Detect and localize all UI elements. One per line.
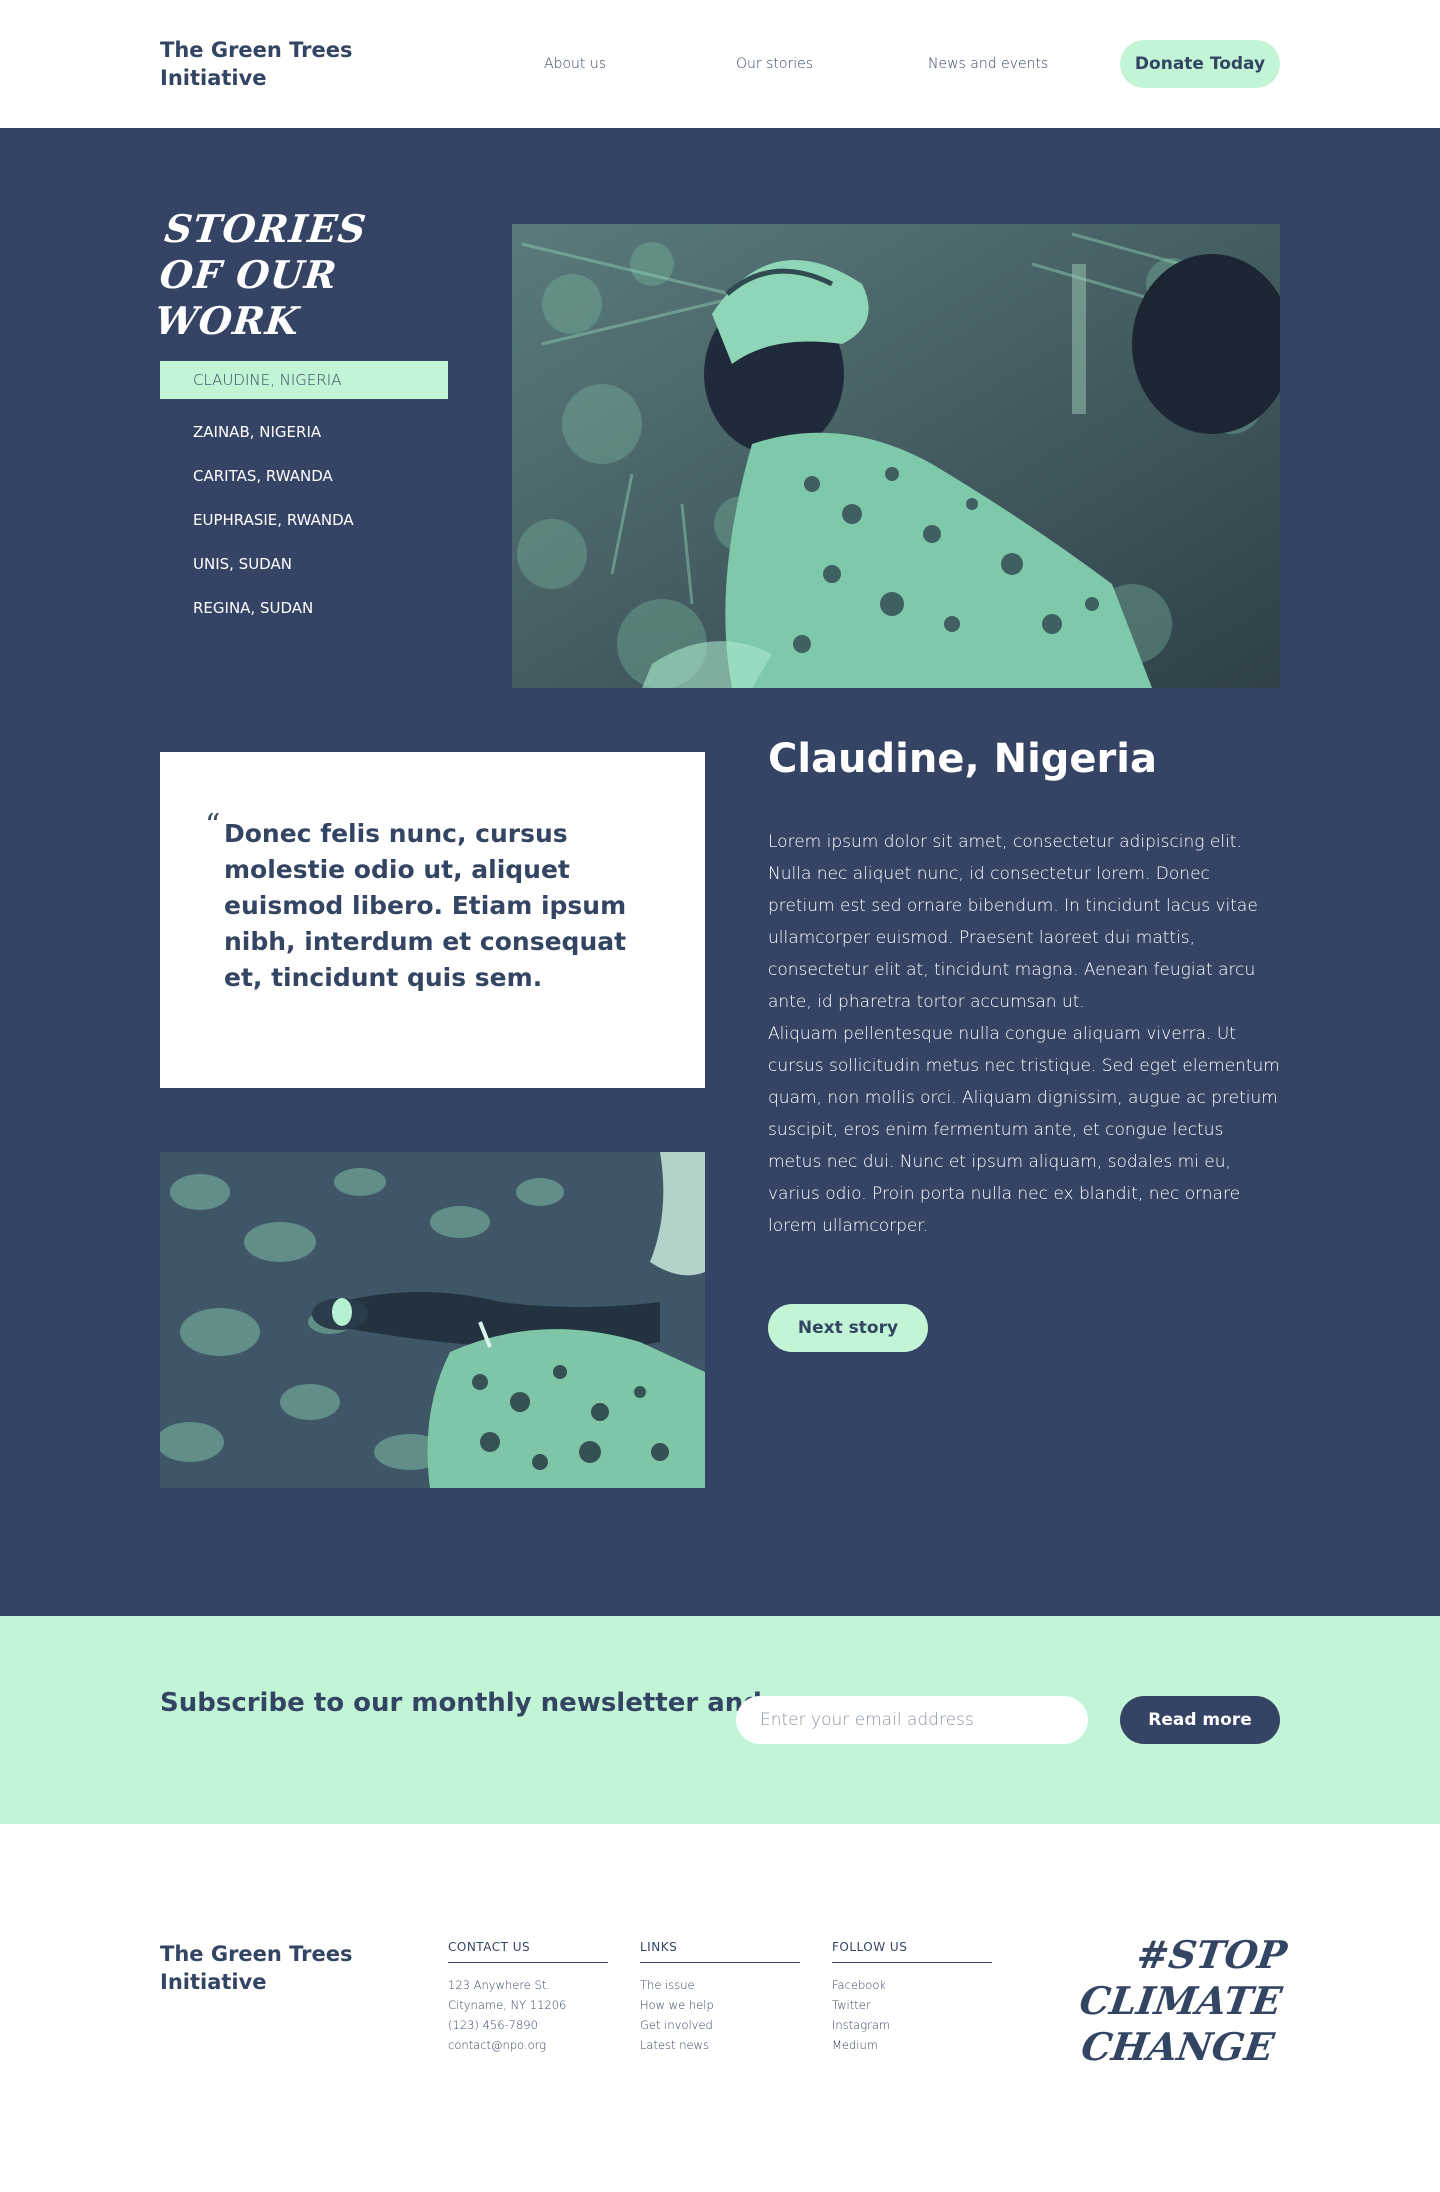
nav-news-and-events[interactable]: News and events (928, 56, 1048, 72)
story-item-caritas[interactable]: CARITAS, RWANDA (160, 457, 448, 495)
footer-contact-column: CONTACT US 123 Anywhere St. Cityname, NY… (448, 1940, 608, 2055)
story-paragraph-2: Aliquam pellentesque nulla congue aliqua… (768, 1024, 1280, 1236)
quote-mark: “ (205, 808, 221, 843)
story-item-claudine[interactable]: CLAUDINE, NIGERIA (160, 361, 448, 399)
email-input[interactable] (736, 1696, 1088, 1744)
quote-text: Donec felis nunc, cursus molestie odio u… (224, 819, 627, 992)
story-paragraph-1: Lorem ipsum dolor sit amet, consectetur … (768, 832, 1258, 1012)
brand-logo[interactable]: The Green Trees Initiative (160, 36, 380, 92)
story-item-regina[interactable]: REGINA, SUDAN (160, 589, 448, 627)
stories-title: Stories of our work (152, 206, 369, 343)
next-story-button[interactable]: Next story (768, 1304, 928, 1352)
hands-planting-image (160, 1152, 705, 1488)
footer-link-twitter[interactable]: Twitter (832, 1995, 992, 2015)
footer-link-instagram[interactable]: Instagram (832, 2015, 992, 2035)
footer-link-get-involved[interactable]: Get involved (640, 2015, 800, 2035)
story-item-zainab[interactable]: ZAINAB, NIGERIA (160, 413, 448, 451)
site-header: The Green Trees Initiative About us Our … (0, 0, 1440, 128)
footer-brand[interactable]: The Green Trees Initiative (160, 1940, 380, 1996)
footer-links-column: LINKS The issue How we help Get involved… (640, 1940, 800, 2055)
footer-address-line: 123 Anywhere St. (448, 1978, 551, 1992)
footer-link-how-we-help[interactable]: How we help (640, 1995, 800, 2015)
footer-contact-heading: CONTACT US (448, 1940, 608, 1963)
hero-photo (512, 224, 1280, 688)
woman-planting-image (512, 224, 1280, 688)
donate-button[interactable]: Donate Today (1120, 40, 1280, 88)
read-more-button[interactable]: Read more (1120, 1696, 1280, 1744)
story-item-unis[interactable]: UNIS, SUDAN (160, 545, 448, 583)
story-name: Claudine, Nigeria (768, 736, 1157, 782)
story-list: CLAUDINE, NIGERIA ZAINAB, NIGERIA CARITA… (160, 361, 448, 633)
stories-section: Stories of our work CLAUDINE, NIGERIA ZA… (0, 128, 1440, 1616)
newsletter-section: Subscribe to our monthly newsletter and … (0, 1616, 1440, 1824)
footer-email[interactable]: contact@npo.org (448, 2035, 608, 2055)
footer-link-facebook[interactable]: Facebook (832, 1975, 992, 1995)
quote-box: “ Donec felis nunc, cursus molestie odio… (160, 752, 705, 1088)
footer-follow-column: FOLLOW US Facebook Twitter Instagram Med… (832, 1940, 992, 2055)
footer-follow-heading: FOLLOW US (832, 1940, 992, 1963)
newsletter-text: Subscribe to our monthly newsletter and (160, 1688, 762, 1718)
nav-our-stories[interactable]: Our stories (736, 56, 813, 72)
footer-phone[interactable]: (123) 456-7890 (448, 2015, 608, 2035)
footer-link-medium[interactable]: Medium (832, 2035, 992, 2055)
site-footer: The Green Trees Initiative CONTACT US 12… (0, 1824, 1440, 2192)
hands-photo (160, 1152, 705, 1488)
footer-link-the-issue[interactable]: The issue (640, 1975, 800, 1995)
footer-links-heading: LINKS (640, 1940, 800, 1963)
nav-about-us[interactable]: About us (544, 56, 606, 72)
footer-city-line: Cityname, NY 11206 (448, 1998, 567, 2012)
footer-link-latest-news[interactable]: Latest news (640, 2035, 800, 2055)
story-item-euphrasie[interactable]: EUPHRASIE, RWANDA (160, 501, 448, 539)
stop-climate-change-hashtag: #Stop climate change (1076, 1932, 1290, 2069)
